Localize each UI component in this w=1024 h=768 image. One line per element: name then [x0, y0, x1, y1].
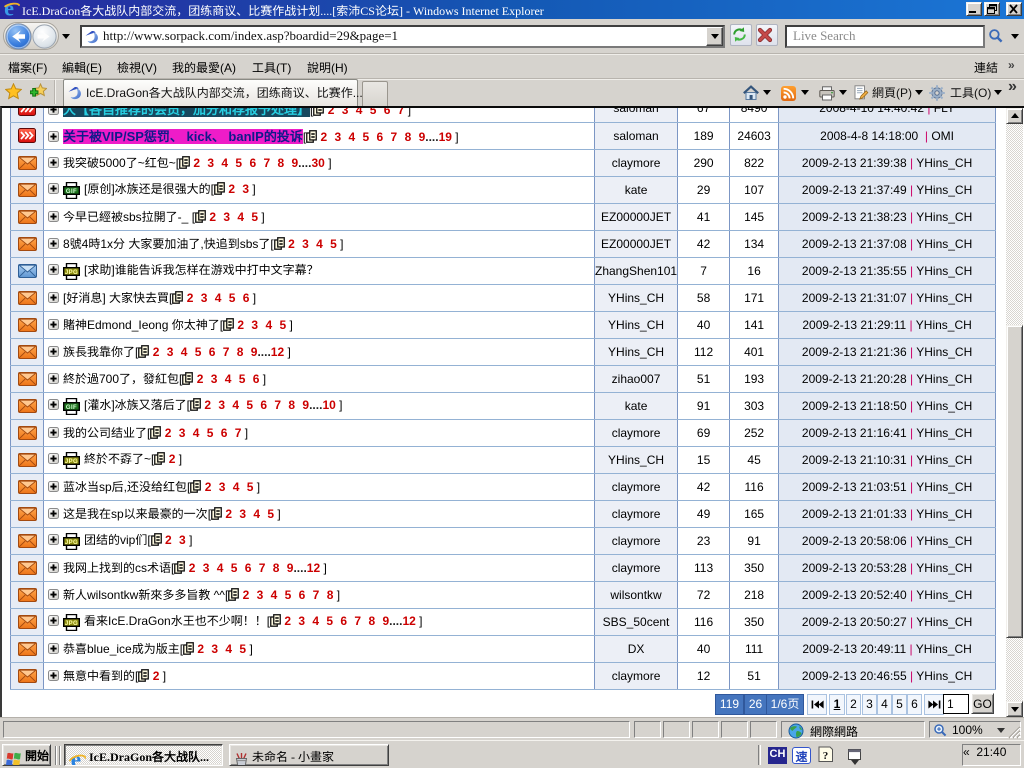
svg-text:JPG: JPG	[65, 270, 78, 276]
svg-text:JPG: JPG	[65, 540, 78, 546]
svg-text:GIF: GIF	[66, 189, 77, 195]
svg-text:JPG: JPG	[65, 459, 78, 465]
svg-text:?: ?	[823, 750, 829, 762]
svg-text:GIF: GIF	[66, 405, 77, 411]
svg-text:JPG: JPG	[65, 621, 78, 627]
